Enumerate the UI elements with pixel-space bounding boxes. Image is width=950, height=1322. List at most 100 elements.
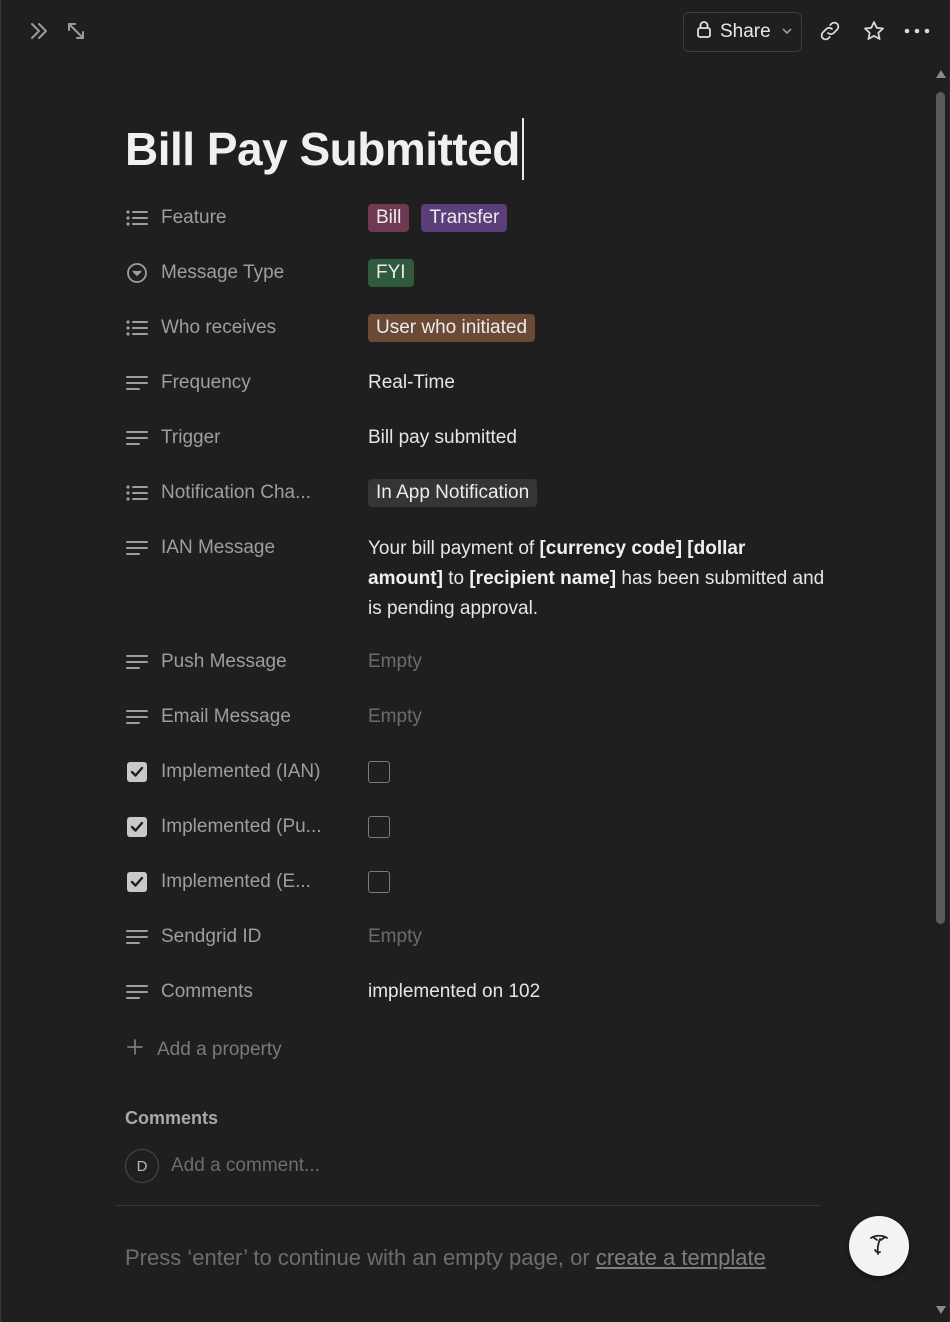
- property-value-trigger[interactable]: Bill pay submitted: [368, 418, 825, 458]
- ai-face-icon: [863, 1228, 895, 1265]
- property-value-implemented-push: [368, 807, 825, 847]
- property-label: Email Message: [161, 706, 291, 727]
- property-name-comments[interactable]: Comments: [125, 972, 368, 1012]
- property-label: Implemented (E...: [161, 871, 311, 892]
- tag-bill: Bill: [368, 204, 410, 232]
- property-value-implemented-email: [368, 862, 825, 902]
- create-template-link[interactable]: create a template: [596, 1245, 766, 1270]
- property-label: Feature: [161, 207, 227, 228]
- property-label: Frequency: [161, 372, 251, 393]
- share-button[interactable]: Share: [683, 12, 802, 52]
- scrollbar[interactable]: [935, 68, 947, 1316]
- tag-fyi: FYI: [368, 259, 414, 287]
- property-notification-channel: Notification Cha... In App Notification: [125, 473, 825, 513]
- property-name-implemented-push[interactable]: Implemented (Pu...: [125, 807, 368, 847]
- select-circle-chevron-icon: [125, 261, 149, 285]
- double-chevron-right-icon[interactable]: [26, 18, 52, 44]
- add-property-label: Add a property: [157, 1039, 282, 1060]
- multi-select-list-icon: [125, 481, 149, 505]
- property-feature: Feature Bill Transfer: [125, 198, 825, 238]
- text-lines-icon: [125, 705, 149, 729]
- property-name-message-type[interactable]: Message Type: [125, 253, 368, 293]
- page-title[interactable]: Bill Pay Submitted: [125, 118, 524, 180]
- property-label: Trigger: [161, 427, 221, 448]
- property-label: Implemented (IAN): [161, 761, 321, 782]
- scroll-up-arrow-icon[interactable]: [936, 70, 946, 78]
- empty-page-hint: Press ‘enter’ to continue with an empty …: [125, 1245, 766, 1271]
- property-implemented-push: Implemented (Pu...: [125, 807, 825, 847]
- tag-user-who-initiated: User who initiated: [368, 314, 536, 342]
- property-value-email-message[interactable]: Empty: [368, 697, 825, 737]
- property-value-who-receives[interactable]: User who initiated: [368, 308, 825, 348]
- property-name-ian-message[interactable]: IAN Message: [125, 528, 368, 568]
- tag-transfer: Transfer: [421, 204, 508, 232]
- property-name-who-receives[interactable]: Who receives: [125, 308, 368, 348]
- property-comments: Comments implemented on 102: [125, 972, 825, 1012]
- avatar: D: [125, 1149, 159, 1183]
- property-label: Sendgrid ID: [161, 926, 262, 947]
- property-name-implemented-ian[interactable]: Implemented (IAN): [125, 752, 368, 792]
- property-value-frequency[interactable]: Real-Time: [368, 363, 825, 403]
- top-bar: Share: [1, 0, 950, 64]
- chevron-down-icon: [781, 21, 793, 43]
- checkbox-property-icon: [125, 760, 149, 784]
- scroll-thumb[interactable]: [936, 92, 945, 924]
- comment-row: D Add a comment...: [125, 1148, 671, 1184]
- text-lines-icon: [125, 536, 149, 560]
- plus-icon: [125, 1037, 145, 1063]
- expand-diagonal-icon[interactable]: [63, 18, 89, 44]
- property-value-feature[interactable]: Bill Transfer: [368, 198, 825, 238]
- scroll-down-arrow-icon[interactable]: [936, 1306, 946, 1314]
- property-name-implemented-email[interactable]: Implemented (E...: [125, 862, 368, 902]
- property-name-trigger[interactable]: Trigger: [125, 418, 368, 458]
- implemented-push-checkbox[interactable]: [368, 816, 390, 838]
- property-name-notification-channel[interactable]: Notification Cha...: [125, 473, 368, 513]
- ai-assistant-button[interactable]: [849, 1216, 909, 1276]
- property-value-comments[interactable]: implemented on 102: [368, 972, 825, 1012]
- add-property-button[interactable]: Add a property: [125, 1030, 282, 1070]
- property-sendgrid-id: Sendgrid ID Empty: [125, 917, 825, 957]
- hint-text: Press ‘enter’ to continue with an empty …: [125, 1245, 596, 1270]
- text-lines-icon: [125, 371, 149, 395]
- comment-input[interactable]: Add a comment...: [171, 1155, 671, 1177]
- page-frame: Share Bill Pay Submitted Feature Bill Tr…: [0, 0, 950, 1322]
- property-who-receives: Who receives User who initiated: [125, 308, 825, 348]
- property-value-implemented-ian: [368, 752, 825, 792]
- property-label: Notification Cha...: [161, 482, 311, 503]
- property-value-sendgrid-id[interactable]: Empty: [368, 917, 825, 957]
- property-name-push-message[interactable]: Push Message: [125, 642, 368, 682]
- more-options-icon[interactable]: [904, 18, 930, 44]
- checkbox-property-icon: [125, 815, 149, 839]
- star-icon[interactable]: [861, 18, 887, 44]
- implemented-email-checkbox[interactable]: [368, 871, 390, 893]
- property-name-feature[interactable]: Feature: [125, 198, 368, 238]
- share-label: Share: [720, 21, 771, 42]
- property-value-push-message[interactable]: Empty: [368, 642, 825, 682]
- ian-text: Your bill payment of: [368, 538, 540, 559]
- property-value-notification-channel[interactable]: In App Notification: [368, 473, 825, 513]
- multi-select-list-icon: [125, 316, 149, 340]
- multi-select-list-icon: [125, 206, 149, 230]
- property-name-email-message[interactable]: Email Message: [125, 697, 368, 737]
- property-push-message: Push Message Empty: [125, 642, 825, 682]
- property-label: Push Message: [161, 651, 287, 672]
- ian-placeholder-recipient: [recipient name]: [469, 568, 617, 589]
- property-frequency: Frequency Real-Time: [125, 363, 825, 403]
- property-implemented-ian: Implemented (IAN): [125, 752, 825, 792]
- property-name-frequency[interactable]: Frequency: [125, 363, 368, 403]
- property-value-message-type[interactable]: FYI: [368, 253, 825, 293]
- lock-icon: [696, 20, 712, 44]
- property-value-ian-message[interactable]: Your bill payment of [currency code] [do…: [368, 528, 825, 624]
- property-label: Who receives: [161, 317, 277, 338]
- comments-heading: Comments: [125, 1108, 219, 1128]
- property-email-message: Email Message Empty: [125, 697, 825, 737]
- property-name-sendgrid-id[interactable]: Sendgrid ID: [125, 917, 368, 957]
- implemented-ian-checkbox[interactable]: [368, 761, 390, 783]
- property-message-type: Message Type FYI: [125, 253, 825, 293]
- text-lines-icon: [125, 980, 149, 1004]
- text-caret: [521, 118, 524, 180]
- link-icon[interactable]: [817, 18, 843, 44]
- property-implemented-email: Implemented (E...: [125, 862, 825, 902]
- property-trigger: Trigger Bill pay submitted: [125, 418, 825, 458]
- property-ian-message: IAN Message Your bill payment of [curren…: [125, 528, 825, 628]
